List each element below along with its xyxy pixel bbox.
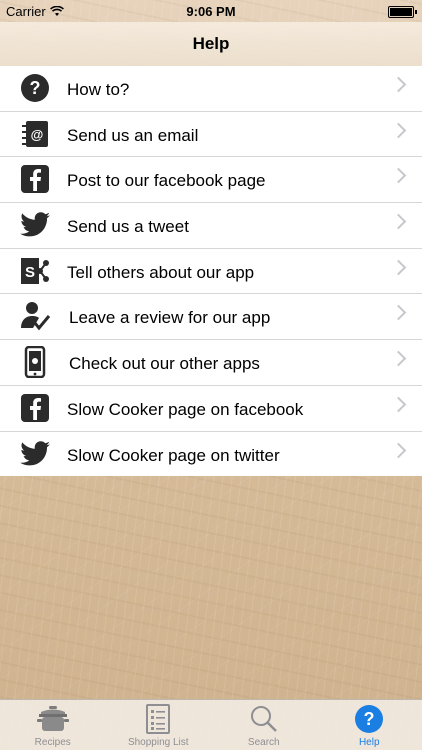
menu-item-label: Send us a tweet bbox=[67, 217, 189, 237]
twitter-bird-icon bbox=[18, 208, 52, 242]
page-title: Help bbox=[192, 34, 230, 53]
help-menu-list: ? How to? @ Send us an email Post to our… bbox=[0, 66, 422, 477]
menu-item-label: Slow Cooker page on facebook bbox=[67, 399, 304, 419]
facebook-icon bbox=[18, 162, 52, 196]
svg-text:?: ? bbox=[30, 78, 41, 98]
menu-item-label: Check out our other apps bbox=[69, 354, 260, 374]
chevron-right-icon bbox=[390, 259, 407, 276]
tab-label: Help bbox=[358, 737, 380, 748]
menu-item-other-apps[interactable]: Check out our other apps bbox=[0, 340, 422, 386]
tab-bar: Recipes Shopping List Search ? Help bbox=[0, 699, 422, 750]
chevron-right-icon bbox=[390, 350, 407, 367]
chevron-right-icon bbox=[390, 76, 407, 93]
email-book-icon: @ bbox=[18, 117, 52, 151]
menu-item-email[interactable]: @ Send us an email bbox=[0, 112, 422, 158]
status-time: 9:06 PM bbox=[186, 4, 236, 19]
share-icon: S bbox=[18, 254, 52, 288]
review-person-icon bbox=[18, 299, 52, 333]
help-icon: ? bbox=[355, 705, 384, 733]
chevron-right-icon bbox=[390, 213, 407, 230]
list-icon bbox=[146, 704, 171, 734]
facebook-icon bbox=[18, 391, 52, 425]
menu-item-review[interactable]: Leave a review for our app bbox=[0, 294, 422, 341]
question-icon: ? bbox=[18, 71, 52, 105]
tab-label: Search bbox=[247, 737, 280, 748]
tab-label: Recipes bbox=[34, 737, 71, 748]
menu-item-label: Post to our facebook page bbox=[67, 171, 266, 191]
menu-item-label: Send us an email bbox=[67, 125, 199, 145]
navbar: Help bbox=[0, 22, 422, 67]
chevron-right-icon bbox=[390, 396, 407, 413]
chevron-right-icon bbox=[390, 442, 407, 458]
tab-help[interactable]: ? Help bbox=[317, 700, 422, 750]
chevron-right-icon bbox=[390, 305, 407, 321]
tab-label: Shopping List bbox=[127, 737, 189, 748]
svg-text:@: @ bbox=[31, 127, 44, 142]
svg-text:S: S bbox=[25, 264, 35, 281]
tab-shopping-list[interactable]: Shopping List bbox=[106, 700, 212, 750]
tab-search[interactable]: Search bbox=[211, 700, 317, 750]
svg-text:?: ? bbox=[364, 709, 375, 729]
menu-item-label: How to? bbox=[67, 80, 130, 99]
menu-item-share[interactable]: S Tell others about our app bbox=[0, 249, 422, 295]
twitter-bird-icon bbox=[18, 437, 52, 471]
tab-recipes[interactable]: Recipes bbox=[0, 700, 106, 750]
phone-apple-icon bbox=[18, 345, 52, 379]
menu-item-label: Tell others about our app bbox=[67, 262, 255, 282]
pot-icon bbox=[36, 706, 69, 731]
status-bar: Carrier 9:06 PM bbox=[0, 0, 422, 22]
chevron-right-icon bbox=[390, 122, 407, 138]
menu-item-label: Slow Cooker page on twitter bbox=[67, 445, 280, 465]
battery-icon bbox=[388, 6, 417, 18]
menu-item-slowcooker-twitter[interactable]: Slow Cooker page on twitter bbox=[0, 432, 422, 477]
menu-item-slowcooker-facebook[interactable]: Slow Cooker page on facebook bbox=[0, 386, 422, 432]
chevron-right-icon bbox=[390, 168, 407, 184]
menu-item-label: Leave a review for our app bbox=[69, 308, 271, 328]
menu-item-facebook-post[interactable]: Post to our facebook page bbox=[0, 157, 422, 204]
menu-item-how-to[interactable]: ? How to? bbox=[0, 66, 422, 112]
magnifier-icon bbox=[250, 706, 277, 732]
menu-item-tweet[interactable]: Send us a tweet bbox=[0, 203, 422, 249]
